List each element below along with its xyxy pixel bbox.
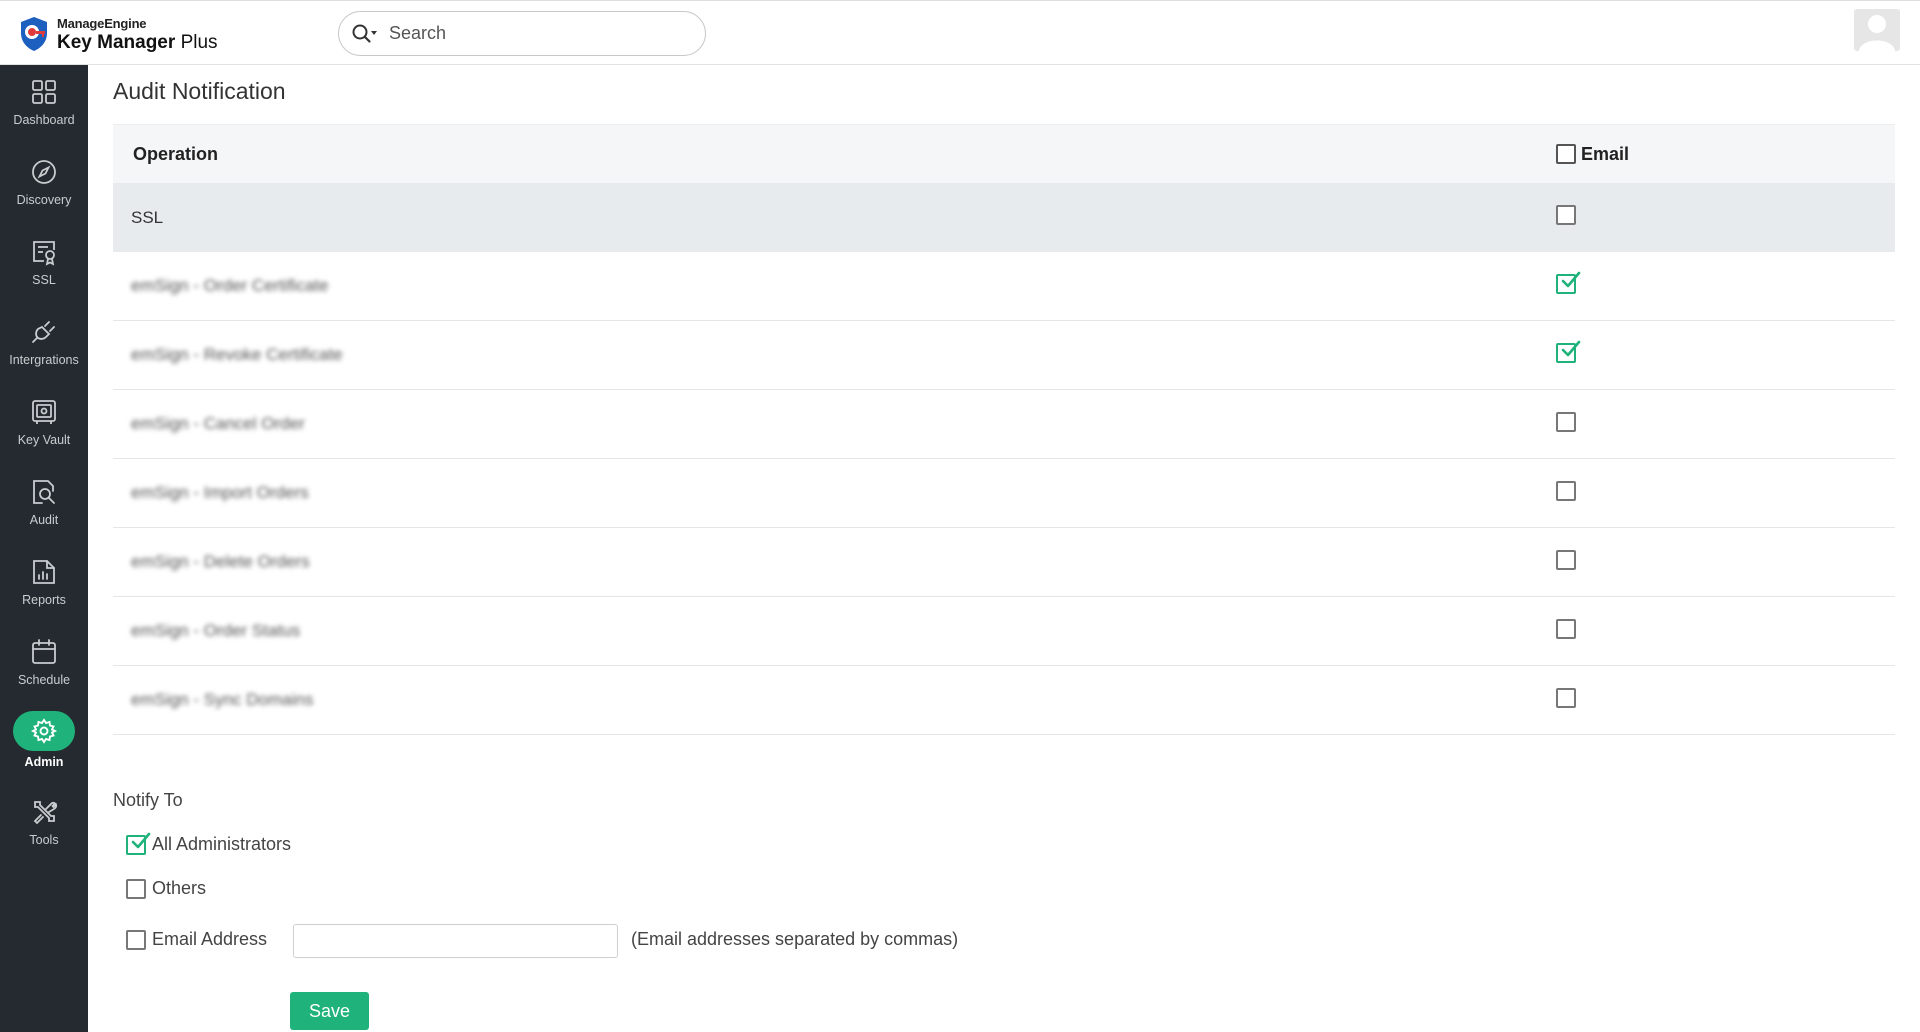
plug-icon <box>29 317 59 347</box>
email-notify-checkbox[interactable] <box>1556 480 1576 501</box>
others-option[interactable]: Others <box>126 878 206 899</box>
operation-label: emSign - Delete Orders <box>131 552 310 571</box>
app-logo[interactable]: ManageEngine Key Manager Plus <box>17 14 218 54</box>
email-notify-checkbox[interactable] <box>1556 205 1576 225</box>
top-header: ManageEngine Key Manager Plus <box>0 0 1920 65</box>
operation-label: emSign - Revoke Certificate <box>131 345 343 364</box>
product-name: Key Manager Plus <box>57 33 218 52</box>
sidebar-item-integrations[interactable]: Intergrations <box>0 305 88 381</box>
email-notify-checkbox[interactable] <box>1556 340 1581 363</box>
all-administrators-label: All Administrators <box>152 834 292 854</box>
table-header: Operation Email <box>113 124 1895 183</box>
sidebar-label-admin: Admin <box>24 755 64 769</box>
sidebar-item-reports[interactable]: Reports <box>0 545 88 621</box>
user-avatar[interactable] <box>1854 9 1900 51</box>
sidebar-item-audit[interactable]: Audit <box>0 465 88 541</box>
email-address-checkbox[interactable] <box>126 929 146 950</box>
sidebar-item-tools[interactable]: Tools <box>0 785 88 861</box>
table-row: emSign - Delete Orders <box>113 528 1895 597</box>
email-notify-checkbox[interactable] <box>1556 618 1576 639</box>
table-row: emSign - Sync Domains <box>113 666 1895 735</box>
operation-label: emSign - Order Status <box>131 621 301 640</box>
audit-notification-table: Operation Email SSL emSign - Order Certif… <box>113 124 1895 735</box>
column-header-email[interactable]: Email <box>1556 144 1629 165</box>
checkmark-icon <box>1561 271 1581 287</box>
sidebar-label-dashboard: Dashboard <box>13 113 75 127</box>
table-row: emSign - Order Certificate <box>113 252 1895 321</box>
sidebar-item-dashboard[interactable]: Dashboard <box>0 65 88 141</box>
user-icon <box>1854 9 1900 51</box>
sidebar-label-audit: Audit <box>29 513 59 527</box>
column-header-operation: Operation <box>133 143 219 164</box>
report-icon <box>29 557 59 587</box>
dashboard-icon <box>29 77 59 107</box>
sidebar: Dashboard Discovery SSL Intergrations Ke… <box>0 65 88 1032</box>
email-notify-checkbox[interactable] <box>1556 687 1576 708</box>
compass-icon <box>29 157 59 187</box>
operation-label: emSign - Import Orders <box>131 483 309 502</box>
sidebar-label-tools: Tools <box>29 833 59 847</box>
all-administrators-option[interactable]: All Administrators <box>126 832 292 855</box>
others-label: Others <box>152 878 207 898</box>
search-icon[interactable] <box>351 22 379 46</box>
calendar-icon <box>29 637 59 667</box>
page-title: Audit Notification <box>113 78 286 104</box>
sidebar-item-key-vault[interactable]: Key Vault <box>0 385 88 461</box>
email-notify-checkbox[interactable] <box>1556 411 1576 432</box>
sidebar-item-schedule[interactable]: Schedule <box>0 625 88 701</box>
table-row: SSL <box>113 183 1895 252</box>
product-main: Key Manager <box>57 31 176 53</box>
sidebar-item-discovery[interactable]: Discovery <box>0 145 88 221</box>
search-box[interactable] <box>338 11 706 56</box>
all-administrators-checkbox[interactable] <box>126 832 151 855</box>
email-address-option[interactable]: Email Address <box>126 929 267 950</box>
save-button[interactable]: Save <box>290 992 369 1030</box>
operation-label: emSign - Order Certificate <box>131 276 329 295</box>
brand-name: ManageEngine <box>57 15 147 31</box>
sidebar-label-integrations: Intergrations <box>9 353 79 367</box>
gear-icon <box>13 711 75 751</box>
table-row: emSign - Cancel Order <box>113 390 1895 459</box>
sidebar-label-reports: Reports <box>22 593 66 607</box>
email-address-hint: (Email addresses separated by commas) <box>631 929 959 949</box>
notify-to-title: Notify To <box>113 790 183 810</box>
table-row: emSign - Import Orders <box>113 459 1895 528</box>
product-suffix: Plus <box>180 31 218 53</box>
table-body: SSL emSign - Order Certificate emSign - Re… <box>113 183 1895 735</box>
email-notify-checkbox[interactable] <box>1556 549 1576 570</box>
sidebar-label-ssl: SSL <box>32 273 56 287</box>
audit-icon <box>29 477 59 507</box>
vault-icon <box>29 397 59 427</box>
sidebar-label-discovery: Discovery <box>16 193 72 207</box>
sidebar-item-admin[interactable]: Admin <box>0 705 88 781</box>
email-notify-checkbox[interactable] <box>1556 271 1581 294</box>
email-address-label: Email Address <box>152 929 268 949</box>
table-row: emSign - Revoke Certificate <box>113 321 1895 390</box>
search-input[interactable] <box>389 23 689 44</box>
key-manager-logo-icon <box>21 17 47 51</box>
sidebar-label-key-vault: Key Vault <box>17 433 71 447</box>
tools-icon <box>29 797 59 827</box>
checkmark-icon <box>1561 340 1581 356</box>
operation-label: emSign - Sync Domains <box>131 690 314 709</box>
checkmark-icon <box>131 832 151 848</box>
certificate-icon <box>29 237 59 267</box>
email-select-all-checkbox[interactable] <box>1556 144 1576 164</box>
sidebar-item-ssl[interactable]: SSL <box>0 225 88 301</box>
email-address-input[interactable] <box>293 924 618 958</box>
column-header-email-label: Email <box>1581 143 1630 164</box>
operation-label: emSign - Cancel Order <box>131 414 305 433</box>
operation-label: SSL <box>131 207 164 227</box>
others-checkbox[interactable] <box>126 878 146 899</box>
sidebar-label-schedule: Schedule <box>17 673 71 687</box>
table-row: emSign - Order Status <box>113 597 1895 666</box>
